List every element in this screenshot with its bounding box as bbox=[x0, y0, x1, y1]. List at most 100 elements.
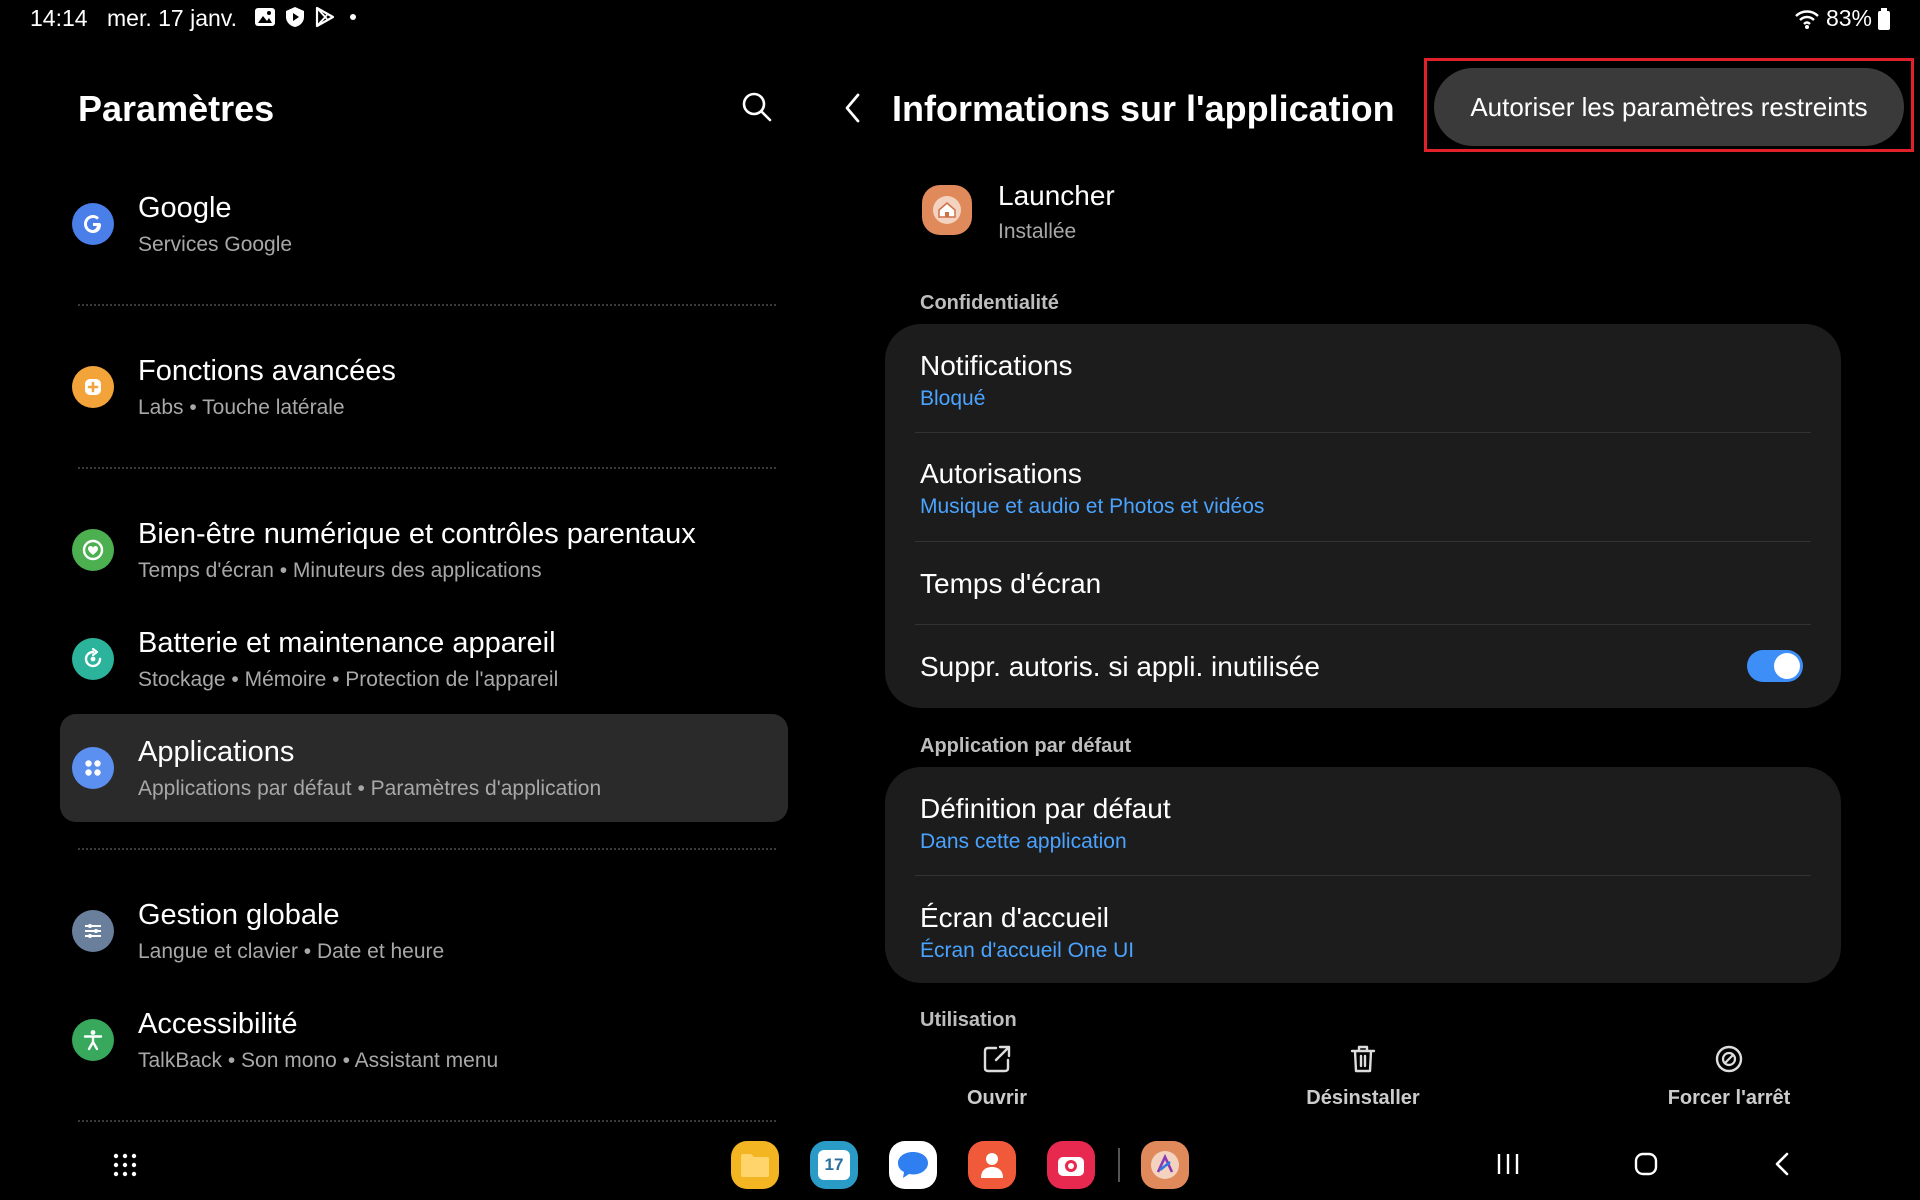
item-title: Google bbox=[138, 192, 232, 224]
settings-item-advanced-features[interactable]: Fonctions avancées Labs • Touche latéral… bbox=[60, 333, 788, 441]
general-management-icon bbox=[72, 910, 114, 952]
advanced-features-icon bbox=[72, 366, 114, 408]
item-subtitle: Applications par défaut • Paramètres d'a… bbox=[138, 777, 602, 800]
row-value: Dans cette application bbox=[920, 830, 1127, 853]
dock-contacts-app[interactable] bbox=[968, 1141, 1016, 1189]
app-drawer-button[interactable] bbox=[112, 1152, 138, 1183]
block-icon bbox=[1715, 1045, 1743, 1073]
back-button[interactable] bbox=[842, 92, 864, 129]
home-button[interactable] bbox=[1633, 1151, 1659, 1182]
battery-percent: 83% bbox=[1825, 5, 1872, 31]
row-title: Temps d'écran bbox=[920, 568, 1102, 599]
status-date: mer. 17 janv. bbox=[107, 5, 237, 31]
back-icon bbox=[1775, 1152, 1789, 1176]
divider bbox=[78, 467, 776, 469]
section-usage-label: Utilisation bbox=[920, 1009, 1017, 1031]
status-time: 14:14 bbox=[30, 5, 88, 31]
row-title: Autorisations bbox=[920, 458, 1082, 489]
recent-apps-button[interactable] bbox=[1495, 1151, 1521, 1182]
recents-icon bbox=[1497, 1154, 1519, 1174]
item-title: Accessibilité bbox=[138, 1008, 298, 1040]
trash-icon bbox=[1350, 1045, 1376, 1073]
person-icon bbox=[981, 1153, 1003, 1178]
notification-icons bbox=[254, 6, 356, 28]
app-info-title: Informations sur l'application bbox=[892, 88, 1395, 129]
screen-time-row[interactable]: Temps d'écran bbox=[885, 542, 1841, 624]
nav-back-button[interactable] bbox=[1772, 1151, 1792, 1182]
divider bbox=[78, 304, 776, 306]
notifications-row[interactable]: Notifications Bloqué bbox=[885, 324, 1841, 432]
uninstall-button[interactable]: Désinstaller bbox=[1263, 1044, 1463, 1110]
row-title: Écran d'accueil bbox=[920, 902, 1109, 933]
dock-separator bbox=[1118, 1148, 1120, 1182]
row-title: Suppr. autoris. si appli. inutilisée bbox=[920, 651, 1320, 682]
dock-launcher-app[interactable] bbox=[1141, 1141, 1189, 1189]
item-subtitle: TalkBack • Son mono • Assistant menu bbox=[138, 1049, 499, 1072]
settings-item-digital-wellbeing[interactable]: Bien-être numérique et contrôles parenta… bbox=[60, 496, 788, 604]
dock-files-app[interactable] bbox=[731, 1141, 779, 1189]
search-button[interactable] bbox=[741, 91, 773, 128]
launcher-icon bbox=[1151, 1151, 1179, 1179]
shield-play-icon bbox=[286, 7, 304, 27]
launcher-app-icon bbox=[922, 185, 972, 235]
divider bbox=[78, 1120, 776, 1122]
chevron-left-icon bbox=[845, 93, 860, 123]
set-default-row[interactable]: Définition par défaut Dans cette applica… bbox=[885, 767, 1841, 875]
item-subtitle: Services Google bbox=[138, 233, 293, 256]
dock-camera-app[interactable] bbox=[1047, 1141, 1095, 1189]
search-icon bbox=[742, 92, 772, 122]
navigation-bar bbox=[0, 1130, 1920, 1200]
grid-icon bbox=[113, 1153, 137, 1177]
status-bar: 14:14 mer. 17 janv. 83% bbox=[0, 0, 1920, 36]
home-icon bbox=[1634, 1152, 1658, 1176]
open-label: Ouvrir bbox=[966, 1087, 1028, 1109]
item-title: Fonctions avancées bbox=[138, 355, 396, 387]
battery-care-icon bbox=[72, 638, 114, 680]
item-subtitle: Temps d'écran • Minuteurs des applicatio… bbox=[138, 559, 542, 582]
item-title: Batterie et maintenance appareil bbox=[138, 627, 556, 659]
privacy-card: Notifications Bloqué Autorisations Musiq… bbox=[885, 324, 1841, 708]
force-stop-label: Forcer l'arrêt bbox=[1667, 1087, 1791, 1109]
open-external-icon bbox=[983, 1045, 1011, 1073]
accessibility-icon bbox=[72, 1019, 114, 1061]
settings-item-battery-care[interactable]: Batterie et maintenance appareil Stockag… bbox=[60, 605, 788, 713]
folder-icon bbox=[741, 1154, 769, 1177]
google-icon bbox=[72, 203, 114, 245]
section-privacy-label: Confidentialité bbox=[920, 292, 1059, 314]
item-subtitle: Langue et clavier • Date et heure bbox=[138, 940, 445, 963]
settings-title: Paramètres bbox=[78, 88, 275, 129]
toggle-knob bbox=[1774, 653, 1800, 679]
chat-bubble-icon bbox=[898, 1152, 928, 1178]
divider bbox=[78, 848, 776, 850]
allow-restricted-settings-button[interactable]: Autoriser les paramètres restreints bbox=[1434, 68, 1904, 146]
settings-item-google[interactable]: Google Services Google bbox=[60, 170, 788, 278]
row-value: Écran d'accueil One UI bbox=[920, 939, 1135, 962]
calendar-day: 17 bbox=[818, 1150, 850, 1180]
play-store-icon bbox=[315, 6, 335, 28]
settings-item-accessibility[interactable]: Accessibilité TalkBack • Son mono • Assi… bbox=[60, 986, 788, 1094]
remove-permissions-toggle[interactable] bbox=[1747, 650, 1803, 682]
item-subtitle: Stockage • Mémoire • Protection de l'app… bbox=[138, 668, 559, 691]
home-screen-row[interactable]: Écran d'accueil Écran d'accueil One UI bbox=[885, 876, 1841, 983]
open-app-button[interactable]: Ouvrir bbox=[897, 1044, 1097, 1110]
settings-item-general-management[interactable]: Gestion globale Langue et clavier • Date… bbox=[60, 877, 788, 985]
row-value: Musique et audio et Photos et vidéos bbox=[920, 495, 1265, 518]
permissions-row[interactable]: Autorisations Musique et audio et Photos… bbox=[885, 433, 1841, 541]
gallery-icon bbox=[255, 8, 275, 26]
apps-icon bbox=[72, 747, 114, 789]
status-right: 83% bbox=[1794, 5, 1890, 32]
more-notifications-dot bbox=[350, 14, 356, 20]
item-subtitle: Labs • Touche latérale bbox=[138, 396, 345, 419]
battery-icon bbox=[1878, 7, 1890, 30]
wifi-icon bbox=[1795, 9, 1819, 29]
uninstall-label: Désinstaller bbox=[1306, 1087, 1420, 1109]
app-install-status: Installée bbox=[998, 220, 1077, 243]
section-default-app-label: Application par défaut bbox=[920, 735, 1132, 757]
row-title: Définition par défaut bbox=[920, 793, 1171, 824]
remove-permissions-row[interactable]: Suppr. autoris. si appli. inutilisée bbox=[885, 625, 1841, 708]
row-value: Bloqué bbox=[920, 387, 986, 410]
dock-calendar-app[interactable]: 17 bbox=[810, 1141, 858, 1189]
dock-messages-app[interactable] bbox=[889, 1141, 937, 1189]
force-stop-button[interactable]: Forcer l'arrêt bbox=[1629, 1044, 1829, 1110]
settings-item-applications[interactable]: Applications Applications par défaut • P… bbox=[60, 714, 788, 822]
